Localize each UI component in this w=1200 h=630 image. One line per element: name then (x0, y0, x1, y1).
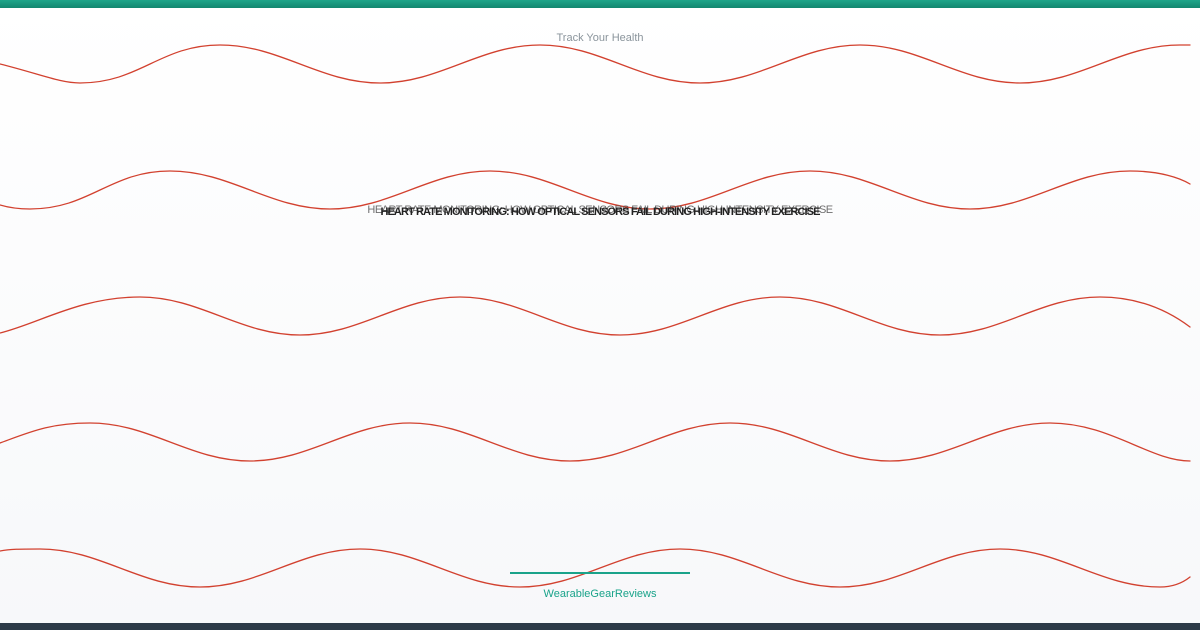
wave-line (0, 422, 1191, 462)
wave-line (0, 548, 1191, 588)
heartbeat-wave-pattern (0, 44, 1191, 588)
headline-block: HEART RATE MONITORING: HOW OPTICAL SENSO… (0, 204, 1200, 220)
brand-divider (510, 572, 690, 574)
wave-line (0, 296, 1191, 336)
brand-name: WearableGearReviews (543, 588, 657, 600)
headline: HEART RATE MONITORING: HOW OPTICAL SENSO… (380, 206, 820, 218)
bottom-footer-bar (0, 623, 1200, 630)
tagline: Track Your Health (556, 32, 644, 44)
wave-line (0, 44, 1191, 84)
